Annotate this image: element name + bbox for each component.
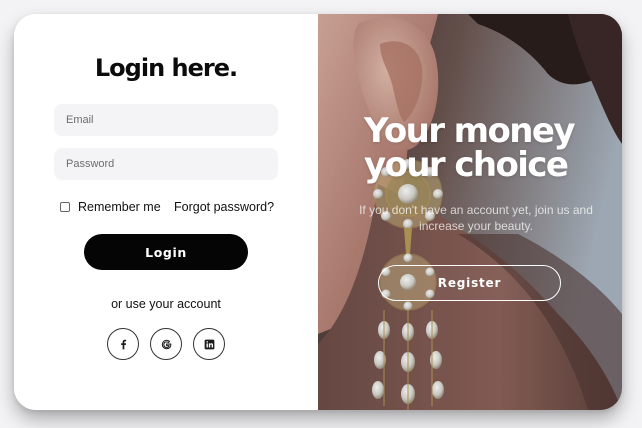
register-button[interactable]: Register bbox=[378, 265, 561, 301]
remember-me-option[interactable]: Remember me bbox=[60, 200, 161, 214]
linkedin-icon bbox=[204, 339, 214, 349]
google-login-button[interactable] bbox=[150, 328, 182, 360]
remember-me-label: Remember me bbox=[78, 200, 161, 214]
promo-headline: Your money your choice bbox=[364, 114, 604, 182]
promo-text: If you don't have an account yet, join u… bbox=[359, 203, 593, 233]
promo-headline-line-2: your choice bbox=[364, 145, 569, 185]
linkedin-login-button[interactable] bbox=[193, 328, 225, 360]
login-panel: Login here. Remember me Forgot password?… bbox=[14, 14, 318, 410]
remember-me-checkbox[interactable] bbox=[60, 202, 70, 212]
forgot-password-link[interactable]: Forgot password? bbox=[174, 200, 274, 214]
promo-headline-line-1: Your money bbox=[364, 111, 575, 151]
google-icon bbox=[161, 339, 171, 349]
password-field[interactable] bbox=[54, 148, 278, 180]
login-card: Login here. Remember me Forgot password?… bbox=[14, 14, 622, 410]
email-field[interactable] bbox=[54, 104, 278, 136]
social-login-group bbox=[107, 328, 227, 360]
login-button[interactable]: Login bbox=[84, 234, 248, 270]
page-title: Login here. bbox=[94, 54, 238, 82]
facebook-icon bbox=[120, 339, 126, 349]
promo-panel: Your money your choice If you don't have… bbox=[318, 14, 622, 410]
facebook-login-button[interactable] bbox=[107, 328, 139, 360]
alternative-login-text: or use your account bbox=[111, 297, 221, 311]
